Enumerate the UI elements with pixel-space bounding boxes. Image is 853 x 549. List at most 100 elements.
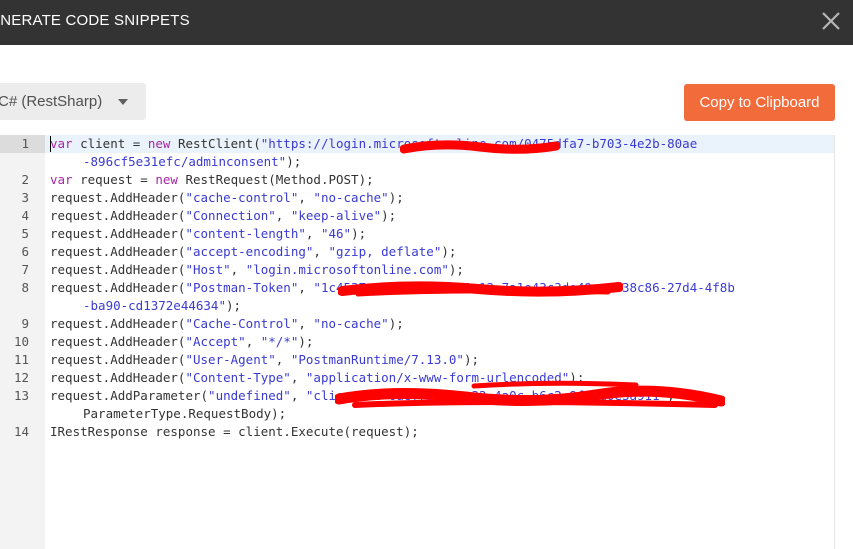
code-token: ); [226,298,242,313]
code-token: , [298,316,314,331]
code-token: ); [569,370,585,385]
code-token: "accept-encoding" [185,244,314,259]
code-token: ); [286,154,302,169]
line-number: 14 [13,424,29,439]
code-token: "User-Agent" [185,352,276,367]
code-token: "https://login.microsoftonline.com/0475d… [260,136,698,151]
code-token: "client_id=6aef7b40-1c32-4a0c-b6c2-8f75d… [305,388,668,403]
code-token: request.AddHeader( [50,262,186,277]
code-token: RestRequest(Method.POST); [177,172,374,187]
code-line: var request = new RestRequest(Method.POS… [50,171,830,189]
code-token: "Host" [185,262,231,277]
code-token: , [290,370,306,385]
code-line-wrap: -896cf5e31efc/adminconsent"); [50,153,830,171]
code-token: "no-cache" [313,190,389,205]
line-number: 5 [21,226,29,241]
code-token: "1c4537c4-b8e0-4909-9a13-7a1e43c3de49,ee… [313,280,735,295]
line-number: 8 [21,280,29,295]
code-line: request.AddHeader("content-length", "46"… [50,225,830,243]
code-token: request.AddHeader( [50,316,186,331]
code-token: "Accept" [185,334,246,349]
code-line: request.AddParameter("undefined", "clien… [50,387,830,405]
code-token: , [298,190,314,205]
code-token: "application/x-www-form-urlencoded" [305,370,570,385]
code-token: , [275,208,291,223]
code-token: ); [463,352,479,367]
code-line: request.AddHeader("User-Agent", "Postman… [50,351,830,369]
code-token: var [50,136,73,151]
code-token: "undefined" [208,388,291,403]
code-token: "content-length" [185,226,306,241]
code-token: , [230,262,246,277]
code-token: RestClient( [170,136,261,151]
close-icon[interactable] [819,8,843,34]
line-number: 11 [13,352,29,367]
code-token: "PostmanRuntime/7.13.0" [290,352,464,367]
code-token: request.AddHeader( [50,190,186,205]
code-token: IRestResponse response = client.Execute(… [50,424,419,439]
code-line: var client = new RestClient("https://log… [50,135,830,153]
code-token: request.AddHeader( [50,280,186,295]
language-value: C# (RestSharp) [0,93,103,110]
code-token: ); [381,208,397,223]
code-token: client = [72,136,148,151]
line-number: 7 [21,262,29,277]
code-editor[interactable]: 1 2 3 4 5 6 7 8 9 10 11 12 13 14 var cli… [0,135,835,549]
line-number: 4 [21,208,29,223]
code-token: ); [298,334,314,349]
code-token: , [298,280,314,295]
line-number: 1 [21,136,29,151]
code-line: request.AddHeader("Host", "login.microso… [50,261,830,279]
code-token: "Connection" [185,208,276,223]
code-token: ); [351,226,367,241]
code-line: request.AddHeader("Cache-Control", "no-c… [50,315,830,333]
code-content[interactable]: var client = new RestClient("https://log… [50,135,830,441]
line-number: 9 [21,316,29,331]
line-number: 12 [13,370,29,385]
code-token: "cache-control" [185,190,299,205]
code-token: "Cache-Control" [185,316,299,331]
line-number: 13 [13,388,29,403]
code-token: , [313,244,329,259]
code-token: new [155,172,178,187]
code-token: , [290,388,306,403]
line-number: 3 [21,190,29,205]
code-line-wrap: -ba90-cd1372e44634"); [50,297,830,315]
code-token: request.AddHeader( [50,370,186,385]
code-token: -ba90-cd1372e44634" [83,298,226,313]
code-token: , [275,352,291,367]
code-line: request.AddHeader("Content-Type", "appli… [50,369,830,387]
code-token: , [245,334,261,349]
code-token: , [667,388,675,403]
line-number: 6 [21,244,29,259]
code-token: request.AddHeader( [50,226,186,241]
text-cursor [50,136,51,152]
language-dropdown[interactable]: C# (RestSharp) [0,83,146,120]
code-token: ); [441,244,457,259]
code-token: new [147,136,171,151]
code-token: "*/*" [260,334,299,349]
code-line-wrap: ParameterType.RequestBody); [50,405,830,423]
code-token: request.AddParameter( [50,388,209,403]
code-line: request.AddHeader("Accept", "*/*"); [50,333,830,351]
code-token: request.AddHeader( [50,208,186,223]
code-token: "gzip, deflate" [328,244,442,259]
dialog-titlebar: ENERATE CODE SNIPPETS [0,0,853,45]
code-token: "keep-alive" [290,208,382,223]
code-token: "no-cache" [313,316,389,331]
code-token: "Postman-Token" [185,280,299,295]
code-token: , [305,226,321,241]
code-token: "Content-Type" [185,370,291,385]
code-token: request.AddHeader( [50,352,186,367]
code-token: "46" [320,226,352,241]
code-line: request.AddHeader("accept-encoding", "gz… [50,243,830,261]
code-line: request.AddHeader("Connection", "keep-al… [50,207,830,225]
code-token: ); [448,262,464,277]
code-token: ); [388,316,404,331]
code-token: request.AddHeader( [50,334,186,349]
code-token: "login.microsoftonline.com" [245,262,449,277]
copy-to-clipboard-button[interactable]: Copy to Clipboard [684,84,835,121]
code-line: request.AddHeader("Postman-Token", "1c45… [50,279,830,297]
code-token: -896cf5e31efc/adminconsent" [83,154,287,169]
code-token: ParameterType.RequestBody); [83,406,287,421]
